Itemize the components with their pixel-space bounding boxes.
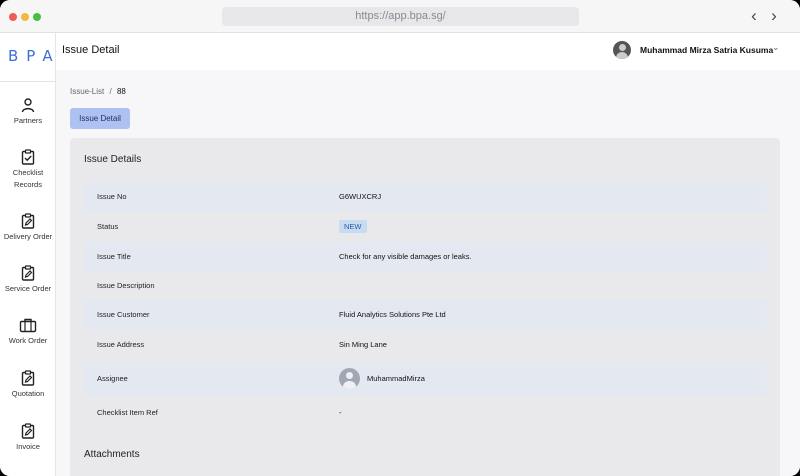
tab-issue-detail[interactable]: Issue Detail	[70, 108, 130, 129]
detail-row-issue-description: Issue Description	[84, 271, 767, 301]
user-avatar[interactable]	[613, 41, 631, 59]
briefcase-icon	[19, 318, 37, 333]
clipboard-edit-icon	[21, 423, 35, 439]
assignee-name: MuhammadMirza	[367, 374, 425, 383]
breadcrumb: Issue-List / 88	[70, 87, 126, 96]
close-window-button[interactable]	[9, 13, 17, 21]
sidebar-item-invoice[interactable]: Invoice	[0, 423, 56, 453]
page-title: Issue Detail	[62, 44, 120, 56]
breadcrumb-current: 88	[116, 87, 126, 96]
detail-value: Check for any visible damages or leaks.	[339, 252, 472, 261]
detail-row-status: Status NEW	[84, 212, 767, 242]
chevron-down-icon[interactable]: ⌄	[772, 42, 780, 53]
browser-titlebar: https://app.bpa.sg/ ‹ ›	[0, 0, 800, 33]
issue-details-heading: Issue Details	[84, 154, 142, 165]
forward-arrow-icon[interactable]: ›	[766, 6, 782, 26]
breadcrumb-separator: /	[109, 87, 112, 96]
detail-label: Checklist Item Ref	[97, 408, 158, 417]
sidebar-item-label: Checklist Records	[12, 168, 44, 189]
detail-value: Sin Ming Lane	[339, 340, 387, 349]
sidebar-item-delivery-order[interactable]: Delivery Order	[0, 213, 56, 243]
detail-value: Fluid Analytics Solutions Pte Ltd	[339, 310, 446, 319]
detail-label: Issue Description	[97, 281, 155, 290]
detail-value: -	[339, 408, 342, 417]
sidebar-item-label: Service Order	[4, 284, 52, 293]
detail-row-assignee: Assignee MuhammadMirza	[84, 362, 767, 396]
sidebar-item-service-order[interactable]: Service Order	[0, 265, 56, 295]
user-name[interactable]: Muhammad Mirza Satria Kusuma	[640, 45, 773, 55]
detail-label: Issue No	[97, 192, 127, 201]
sidebar-divider	[0, 81, 56, 82]
detail-row-issue-no: Issue No G6WUXCRJ	[84, 182, 767, 212]
sidebar-item-work-order[interactable]: Work Order	[0, 317, 56, 347]
sidebar-item-label: Invoice	[16, 442, 40, 451]
sidebar-item-label: Quotation	[11, 389, 45, 398]
detail-label: Status	[97, 222, 119, 231]
detail-label: Issue Customer	[97, 310, 150, 319]
minimize-window-button[interactable]	[21, 13, 29, 21]
breadcrumb-issue-list-link[interactable]: Issue-List	[70, 87, 104, 96]
sidebar-item-partners[interactable]: Partners	[0, 97, 56, 127]
avatar-body	[343, 381, 356, 389]
clipboard-edit-icon	[21, 213, 35, 229]
sidebar-item-label: Delivery Order	[3, 232, 53, 241]
person-icon	[21, 98, 35, 113]
status-badge: NEW	[339, 220, 367, 233]
avatar-head	[346, 372, 353, 379]
clipboard-edit-icon	[21, 370, 35, 386]
sidebar-item-checklist-records[interactable]: Checklist Records	[0, 149, 56, 191]
detail-row-checklist-item-ref: Checklist Item Ref -	[84, 398, 767, 428]
maximize-window-button[interactable]	[33, 13, 41, 21]
clipboard-check-icon	[21, 149, 35, 165]
avatar-head	[619, 44, 626, 51]
sidebar-item-quotation[interactable]: Quotation	[0, 370, 56, 400]
main-content: Issue-List / 88 Issue Detail Issue Detai…	[56, 70, 800, 476]
app-logo[interactable]: BPA	[0, 47, 56, 65]
detail-label: Issue Address	[97, 340, 145, 349]
sidebar-item-label: Work Order	[8, 336, 48, 345]
detail-row-issue-address: Issue Address Sin Ming Lane	[84, 330, 767, 360]
attachments-heading: Attachments	[84, 449, 140, 460]
issue-details-panel: Issue Details Issue No G6WUXCRJ Status N…	[70, 138, 780, 476]
detail-row-issue-title: Issue Title Check for any visible damage…	[84, 242, 767, 272]
sidebar: BPA Partners Checklist Records Delivery …	[0, 33, 56, 476]
detail-row-issue-customer: Issue Customer Fluid Analytics Solutions…	[84, 300, 767, 330]
back-arrow-icon[interactable]: ‹	[746, 6, 762, 26]
clipboard-edit-icon	[21, 265, 35, 281]
sidebar-item-label: Partners	[13, 116, 43, 125]
detail-label: Issue Title	[97, 252, 131, 261]
detail-label: Assignee	[97, 374, 128, 383]
assignee-avatar	[339, 368, 360, 389]
detail-value: G6WUXCRJ	[339, 192, 382, 201]
browser-window: https://app.bpa.sg/ ‹ › BPA Partners Che…	[0, 0, 800, 476]
top-header: Issue Detail Muhammad Mirza Satria Kusum…	[56, 33, 800, 70]
address-bar[interactable]: https://app.bpa.sg/	[222, 7, 579, 26]
avatar-body	[616, 52, 628, 59]
